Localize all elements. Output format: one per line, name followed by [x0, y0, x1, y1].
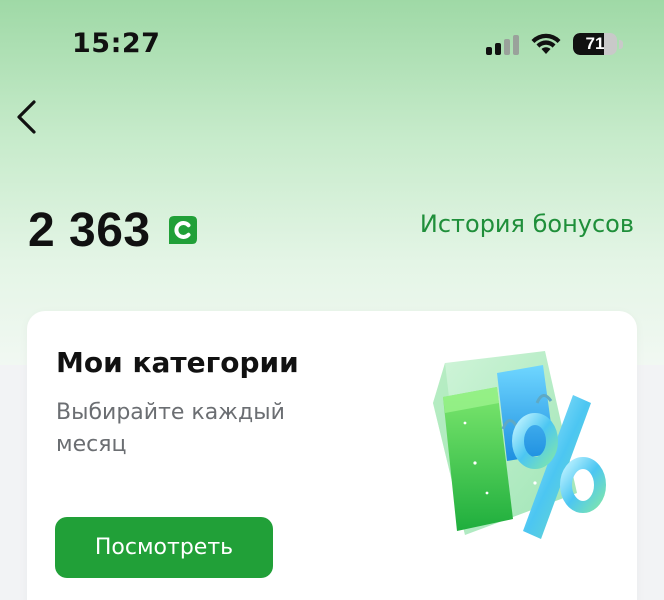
view-categories-button[interactable]: Посмотреть	[55, 517, 273, 578]
bonus-history-link[interactable]: История бонусов	[420, 210, 634, 238]
card-title: Мои категории	[56, 346, 299, 379]
my-categories-card[interactable]: Мои категории Выбирайте каждый месяц Пос…	[27, 311, 637, 600]
status-bar: 15:27 71	[0, 0, 664, 90]
shopping-bag-percent-icon	[433, 351, 606, 539]
battery-icon: 71	[573, 33, 617, 55]
bonus-balance-value: 2 363	[28, 203, 151, 257]
chevron-left-icon	[17, 100, 36, 134]
card-subtitle: Выбирайте каждый месяц	[56, 400, 285, 457]
battery-cap	[619, 40, 623, 49]
sber-bonus-icon	[168, 216, 197, 244]
battery-percent: 71	[585, 34, 605, 53]
cellular-signal-icon	[486, 35, 520, 55]
back-button[interactable]	[10, 96, 50, 140]
wifi-icon	[531, 33, 561, 54]
status-time: 15:27	[72, 28, 161, 59]
bonus-balance: 2 363	[28, 200, 201, 260]
